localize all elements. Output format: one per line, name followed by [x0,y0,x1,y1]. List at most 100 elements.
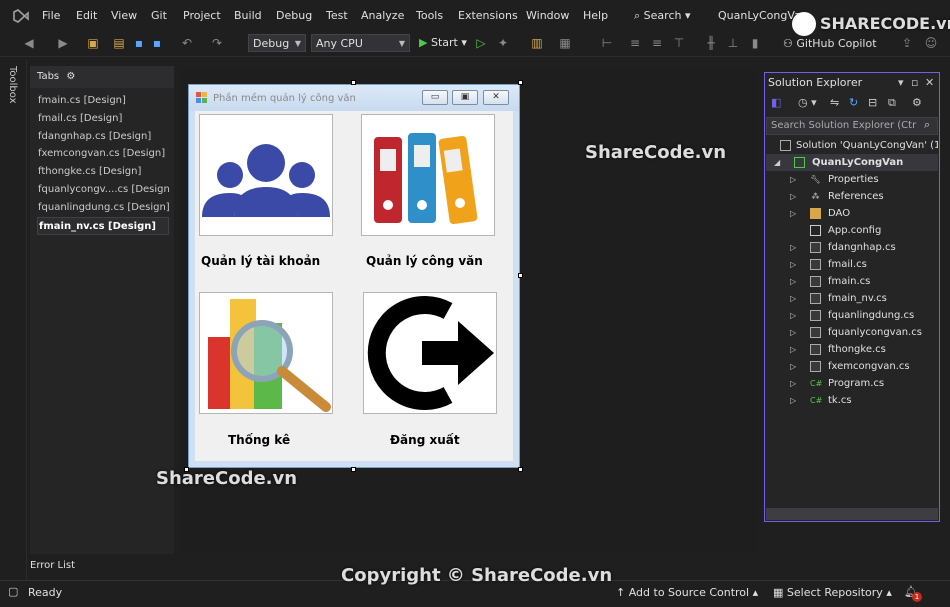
menu-item-project[interactable]: Project [183,9,221,22]
feedback-icon[interactable]: ☺ [924,36,938,50]
hot-reload-icon[interactable]: ✦ [496,36,510,50]
menu-item-edit[interactable]: Edit [76,9,97,22]
tab-item[interactable]: fquanlingdung.cs [Design] [37,199,169,217]
tree-item[interactable]: ▷ fquanlingdung.cs [766,307,938,324]
expand-arrow-icon[interactable]: ▷ [790,188,796,205]
tree-item[interactable]: ▷ C# tk.cs [766,392,938,409]
new-item-icon[interactable]: ▣ [86,36,100,50]
sync-icon[interactable]: ⇋ [830,96,839,109]
add-to-source-control-button[interactable]: ↑ Add to Source Control ▴ [616,586,758,599]
start-button[interactable]: ▶ Start ▾ [419,36,467,49]
resize-handle-right[interactable] [518,273,523,278]
expand-arrow-icon[interactable]: ▷ [790,290,796,307]
resize-handle-top-right[interactable] [518,80,523,85]
expand-arrow-icon[interactable]: ▷ [790,341,796,358]
solution-row[interactable]: Solution 'QuanLyCongVan' (1 c [766,137,938,154]
tree-item[interactable]: ▷ fthongke.cs [766,341,938,358]
tab-item[interactable]: fquanlycongv....cs [Design] [37,181,169,199]
collapse-all-icon[interactable]: ⊟ [868,96,877,109]
tab-item[interactable]: fmain.cs [Design] [37,92,169,110]
tree-item[interactable]: ▷ fmain.cs [766,273,938,290]
menu-item-tools[interactable]: Tools [416,9,443,22]
save-all-icon[interactable]: ▪ [150,36,164,50]
tab-item[interactable]: fmail.cs [Design] [37,110,169,128]
project-row[interactable]: ◢ QuanLyCongVan [766,154,938,171]
minimize-button[interactable]: ▭ [422,90,448,105]
logout-button[interactable] [363,292,497,414]
tree-item[interactable]: ▷ DAO [766,205,938,222]
align-middle-icon[interactable]: ╫ [704,36,718,50]
close-button[interactable]: ✕ [483,90,509,105]
maximize-button[interactable]: ▣ [452,90,478,105]
tree-item[interactable]: App.config [766,222,938,239]
resize-handle-bottom-right[interactable] [518,467,523,472]
expand-arrow-icon[interactable]: ▷ [790,239,796,256]
expand-arrow-icon[interactable]: ▷ [790,392,796,409]
expand-arrow-icon[interactable]: ▷ [790,205,796,222]
folder-icon[interactable]: ▥ [530,36,544,50]
tab-item[interactable]: fmain_nv.cs [Design] [37,216,169,235]
menu-item-analyze[interactable]: Analyze [361,9,404,22]
refresh-icon[interactable]: ↻ [849,96,858,109]
undo-icon[interactable]: ↶ [180,36,194,50]
document-management-button[interactable] [361,114,495,236]
layout-icon[interactable]: ▦ [558,36,572,50]
tree-item[interactable]: ▷ fxemcongvan.cs [766,358,938,375]
expanded-arrow-icon[interactable]: ◢ [774,154,780,171]
show-all-files-icon[interactable]: ⧉ [888,96,896,110]
tab-item[interactable]: fthongke.cs [Design] [37,163,169,181]
menu-item-build[interactable]: Build [234,9,262,22]
open-folder-icon[interactable]: ▤ [112,36,126,50]
start-without-debugging-icon[interactable]: ▷ [474,36,488,50]
menu-item-git[interactable]: Git [151,9,167,22]
align-center-icon[interactable]: ≡ [628,36,642,50]
expand-arrow-icon[interactable]: ▷ [790,273,796,290]
history-icon[interactable]: ◷ ▾ [798,96,817,109]
share-icon[interactable]: ⇪ [900,36,914,50]
resize-handle-top[interactable] [351,80,356,85]
tree-item[interactable]: ▷ C# Program.cs [766,375,938,392]
size-icon[interactable]: ▮ [748,36,762,50]
back-icon[interactable]: ◀ [22,36,36,50]
menu-item-file[interactable]: File [42,9,60,22]
menu-item-test[interactable]: Test [326,9,348,22]
toolbox-tab[interactable]: Toolbox [7,66,18,104]
tree-item[interactable]: ▷ fmain_nv.cs [766,290,938,307]
align-top-icon[interactable]: ⊤ [672,36,686,50]
close-panel-icon[interactable]: ✕ [925,76,934,89]
tree-item[interactable]: ▷ fmail.cs [766,256,938,273]
expand-arrow-icon[interactable]: ▷ [790,324,796,341]
align-bottom-icon[interactable]: ⊥ [726,36,740,50]
align-left-icon[interactable]: ⊢ [600,36,614,50]
configuration-select[interactable]: Debug ▼ [248,34,306,52]
platform-select[interactable]: Any CPU ▼ [311,34,410,52]
menu-item-extensions[interactable]: Extensions [458,9,518,22]
expand-arrow-icon[interactable]: ▷ [790,375,796,392]
gear-icon[interactable]: ⚙ [66,71,75,82]
tree-item[interactable]: ▷ fdangnhap.cs [766,239,938,256]
account-management-button[interactable] [199,114,333,236]
align-right-icon[interactable]: ≡ [650,36,664,50]
menu-item-help[interactable]: Help [583,9,608,22]
github-copilot-button[interactable]: ⚇ GitHub Copilot [783,37,877,50]
statistics-button[interactable] [199,292,333,414]
expand-arrow-icon[interactable]: ▷ [790,307,796,324]
expand-arrow-icon[interactable]: ▷ [790,358,796,375]
tree-item[interactable]: ▷ ⁂ References [766,188,938,205]
settings-icon[interactable]: ⚙ [912,96,922,109]
redo-icon[interactable]: ↷ [210,36,224,50]
search-button[interactable]: ⌕ Search ▾ [634,9,691,23]
expand-arrow-icon[interactable]: ▷ [790,256,796,273]
tree-item[interactable]: ▷ 🔧︎ Properties [766,171,938,188]
visual-studio-logo-icon[interactable] [12,7,32,25]
select-repository-button[interactable]: ▦ Select Repository ▴ [773,586,892,599]
menu-item-debug[interactable]: Debug [276,9,312,22]
solution-explorer-search-input[interactable]: Search Solution Explorer (Ctr [766,117,938,135]
tab-item[interactable]: fxemcongvan.cs [Design] [37,145,169,163]
vs-icon[interactable]: ◧ [771,96,781,109]
tab-item[interactable]: fdangnhap.cs [Design] [37,128,169,146]
tree-item[interactable]: ▷ fquanlycongvan.cs [766,324,938,341]
expand-arrow-icon[interactable]: ▷ [790,171,796,188]
error-list-tab[interactable]: Error List [30,560,75,571]
maximize-panel-icon[interactable]: ▫ [911,76,918,89]
